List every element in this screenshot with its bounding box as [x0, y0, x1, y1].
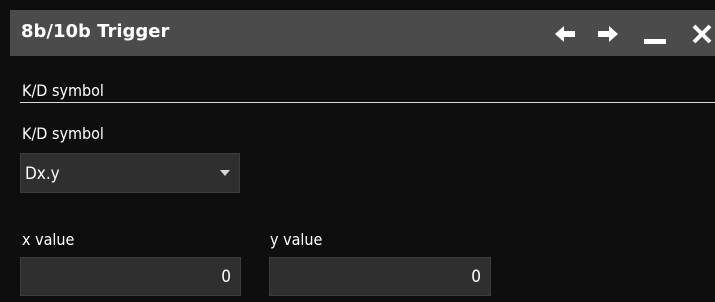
kd-symbol-label: K/D symbol — [22, 124, 104, 143]
kd-symbol-dropdown[interactable]: Dx.y — [20, 153, 240, 193]
back-button[interactable] — [550, 21, 580, 47]
section-divider — [20, 102, 715, 103]
dialog-titlebar: 8b/10b Trigger — [10, 10, 715, 56]
arrow-left-icon — [555, 26, 575, 42]
y-value-label: y value — [270, 230, 323, 249]
chevron-down-icon — [220, 170, 230, 176]
y-value-input[interactable] — [269, 257, 491, 296]
minimize-icon — [644, 39, 666, 44]
close-button[interactable] — [687, 21, 715, 47]
section-heading: K/D symbol — [22, 81, 104, 100]
close-icon — [692, 24, 712, 44]
kd-symbol-selected-value: Dx.y — [25, 164, 60, 184]
dialog-title: 8b/10b Trigger — [21, 21, 170, 42]
forward-button[interactable] — [593, 21, 623, 47]
dialog-content: K/D symbol K/D symbol Dx.y x value y val… — [10, 56, 715, 302]
minimize-button[interactable] — [640, 21, 670, 47]
x-value-input[interactable] — [20, 257, 241, 296]
arrow-right-icon — [598, 26, 618, 42]
x-value-label: x value — [22, 230, 75, 249]
